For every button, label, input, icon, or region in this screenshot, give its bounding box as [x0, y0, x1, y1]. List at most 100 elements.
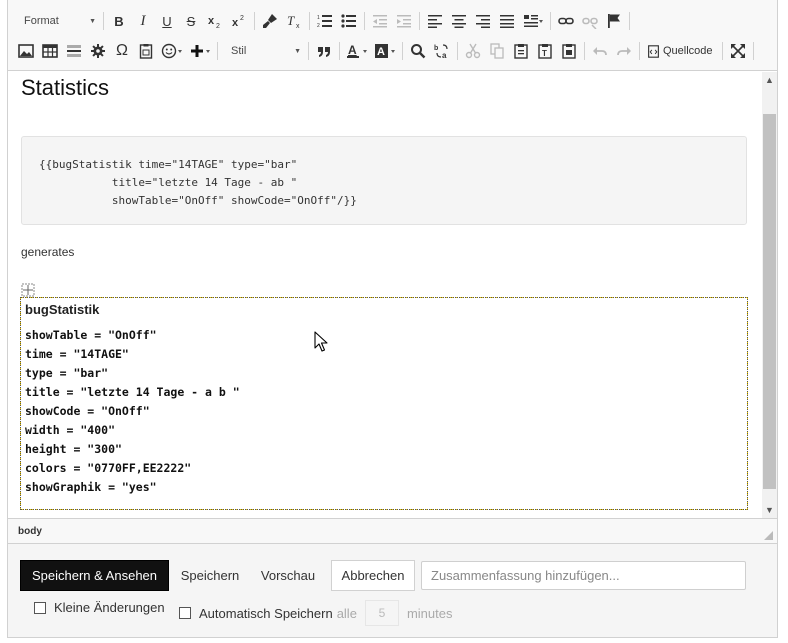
paste-word-button[interactable]	[557, 40, 581, 62]
element-path-body[interactable]: body	[18, 526, 42, 537]
link-button[interactable]	[554, 10, 578, 32]
minor-changes-label: Kleine Änderungen	[54, 600, 165, 615]
numbered-list-icon: 12	[317, 15, 332, 29]
minor-changes-option[interactable]: Kleine Änderungen	[34, 600, 165, 615]
summary-input[interactable]: Zusammenfassung hinzufügen...	[421, 561, 746, 590]
find-replace-icon: ba	[434, 44, 448, 59]
format-dropdown[interactable]: Format ▼	[14, 10, 100, 32]
paste-button[interactable]	[509, 40, 533, 62]
search-icon	[411, 44, 426, 59]
toolbar-separator	[339, 42, 340, 60]
scissors-icon	[465, 43, 481, 59]
smiley-icon	[161, 43, 182, 59]
text-color-icon: A	[347, 43, 367, 58]
bold-button[interactable]: B	[107, 10, 131, 32]
underline-button[interactable]: U	[155, 10, 179, 32]
text-color-dropdown[interactable]: A	[343, 40, 371, 62]
save-form: Speichern & Ansehen Speichern Vorschau A…	[7, 544, 778, 638]
bullet-list-button[interactable]	[337, 10, 361, 32]
svg-text:x: x	[296, 23, 300, 29]
horizontal-line-button[interactable]	[62, 40, 86, 62]
maximize-icon	[731, 44, 745, 58]
autosave-label: Automatisch Speichern	[199, 605, 333, 621]
image-button[interactable]	[14, 40, 38, 62]
macro-button[interactable]	[134, 40, 158, 62]
bug-statistik-widget[interactable]: bugStatistik showTable = "OnOff" time = …	[20, 297, 748, 510]
toolbar-separator	[550, 12, 551, 30]
paintbrush-icon	[263, 14, 277, 28]
block-format-icon	[524, 15, 543, 27]
maximize-button[interactable]	[726, 40, 750, 62]
special-char-button[interactable]: Ω	[110, 40, 134, 62]
autosave-checkbox[interactable]	[179, 607, 191, 619]
anchor-button[interactable]	[602, 10, 626, 32]
paragraph-direction-dropdown[interactable]	[519, 10, 547, 32]
strikethrough-button[interactable]: S	[179, 10, 203, 32]
code-block: {{bugStatistik time="14TAGE" type="bar" …	[21, 136, 747, 225]
editor-content[interactable]: Statistics {{bugStatistik time="14TAGE" …	[8, 72, 762, 518]
editor-scrollbar[interactable]: ▲ ▼	[762, 72, 777, 518]
style-dropdown-label: Stil	[231, 45, 247, 57]
insert-dropdown[interactable]	[186, 40, 214, 62]
unlink-button[interactable]	[578, 10, 602, 32]
table-button[interactable]	[38, 40, 62, 62]
cancel-button[interactable]: Abbrechen	[331, 560, 415, 591]
scroll-down-arrow-icon[interactable]: ▼	[762, 502, 777, 518]
save-and-view-button[interactable]: Speichern & Ansehen	[20, 560, 169, 591]
emoji-dropdown[interactable]	[158, 40, 186, 62]
remove-format-button[interactable]: Tx	[282, 10, 306, 32]
widget-param-line: showTable = "OnOff"	[25, 328, 157, 342]
svg-text:x: x	[232, 17, 239, 29]
outdent-icon	[373, 15, 387, 28]
subscript-icon: x2	[208, 15, 220, 29]
redo-button[interactable]	[612, 40, 636, 62]
undo-button[interactable]	[588, 40, 612, 62]
svg-text:2: 2	[240, 15, 244, 22]
increase-indent-button[interactable]	[392, 10, 416, 32]
align-center-button[interactable]	[447, 10, 471, 32]
clipboard-icon	[139, 44, 153, 59]
autosave-interval-input[interactable]: 5	[364, 600, 399, 626]
toolbar-separator	[217, 42, 218, 60]
toolbar-separator	[584, 42, 585, 60]
scrollbar-thumb[interactable]	[763, 114, 776, 489]
autosave-option[interactable]: Automatisch Speichern alle 5 minutes	[179, 600, 452, 626]
svg-text:1: 1	[317, 15, 320, 21]
indent-icon	[397, 15, 411, 28]
minor-changes-checkbox[interactable]	[34, 601, 46, 614]
subscript-button[interactable]: x2	[203, 10, 227, 32]
paste-text-button[interactable]: T	[533, 40, 557, 62]
widget-param-line: showGraphik = "yes"	[25, 480, 157, 494]
resize-grip-icon[interactable]	[764, 531, 773, 540]
copy-format-button[interactable]	[258, 10, 282, 32]
preview-button[interactable]: Vorschau	[251, 560, 325, 591]
justify-button[interactable]	[495, 10, 519, 32]
numbered-list-button[interactable]: 12	[313, 10, 337, 32]
decrease-indent-button[interactable]	[368, 10, 392, 32]
find-button[interactable]	[406, 40, 430, 62]
align-left-button[interactable]	[423, 10, 447, 32]
cut-button[interactable]	[461, 40, 485, 62]
source-button[interactable]: Quellcode	[643, 40, 719, 62]
background-color-dropdown[interactable]: A	[371, 40, 399, 62]
format-dropdown-label: Format	[24, 15, 59, 27]
superscript-button[interactable]: x2	[227, 10, 251, 32]
blockquote-button[interactable]	[312, 40, 336, 62]
svg-text:2: 2	[317, 23, 320, 29]
widget-drag-handle-icon[interactable]	[21, 283, 35, 297]
align-center-icon	[452, 15, 466, 28]
scroll-up-arrow-icon[interactable]: ▲	[762, 72, 777, 88]
source-button-label: Quellcode	[663, 45, 713, 57]
editor-toolbar: Format ▼ B I U S x2 x2 Tx 12 Ω Stil ▼ A …	[8, 0, 777, 71]
italic-button[interactable]: I	[131, 10, 155, 32]
widget-settings-button[interactable]	[86, 40, 110, 62]
style-dropdown[interactable]: Stil ▼	[221, 40, 305, 62]
save-button[interactable]: Speichern	[171, 560, 249, 591]
omega-icon: Ω	[116, 42, 128, 59]
align-right-button[interactable]	[471, 10, 495, 32]
toolbar-separator	[309, 12, 310, 30]
replace-button[interactable]: ba	[430, 40, 454, 62]
align-right-icon	[476, 15, 490, 28]
quote-icon	[318, 47, 330, 57]
copy-button[interactable]	[485, 40, 509, 62]
